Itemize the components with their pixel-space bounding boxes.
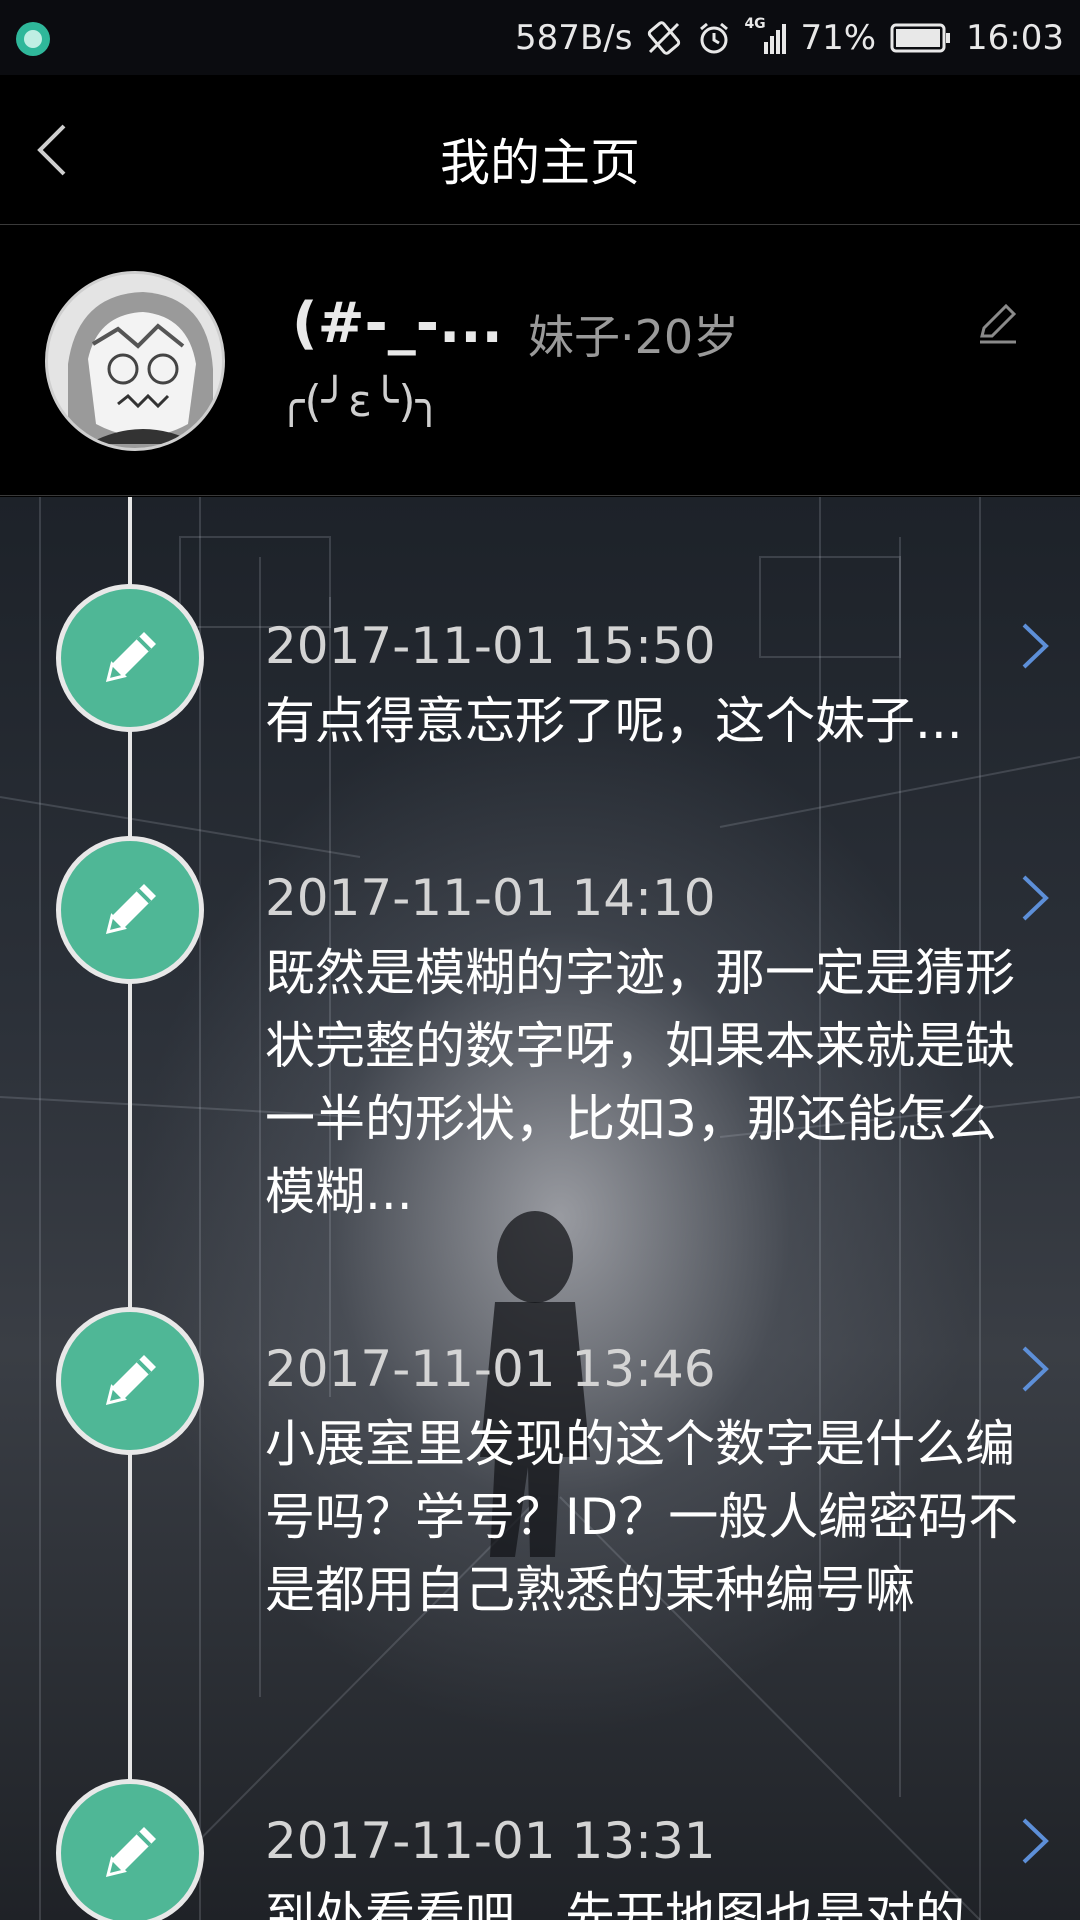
pencil-icon [105,884,156,935]
entry-node [56,836,204,984]
signal-icon: 4G [744,15,787,58]
entry-arrow[interactable] [1014,1816,1054,1866]
signature: ╭(╯ε╰)╮ [278,376,443,427]
edit-profile-button[interactable] [972,298,1022,348]
entry-time: 2017-11-01 14:10 [265,869,716,927]
entry-arrow[interactable] [1014,873,1054,923]
chevron-right-icon [1022,1818,1049,1864]
battery-percent: 71% [800,17,877,58]
rotate-icon [646,20,682,56]
entry-arrow[interactable] [1014,621,1054,671]
avatar-image [48,274,222,448]
chevron-right-icon [1022,623,1049,669]
entry-text: 到处看看吧，先开地图也是对的 [265,1887,965,1920]
gender-age: 妹子·20岁 [528,310,740,364]
chevron-right-icon [1022,1346,1049,1392]
app-notification-icon [16,22,50,56]
entry-time: 2017-11-01 15:50 [265,617,716,675]
battery-icon [890,22,952,54]
net-speed: 587B/s [515,17,633,58]
chevron-right-icon [1022,875,1049,921]
entry-node [56,1779,204,1920]
entry-text: 既然是模糊的字迹，那一定是猜形状完整的数字呀，如果本来就是缺一半的形状，比如3，… [265,944,1015,1221]
clock: 16:03 [966,17,1064,58]
pencil-icon [105,632,156,683]
pencil-icon [105,1827,156,1878]
timeline[interactable]: 2017-11-01 15:50 有点得意忘形了呢，这个妹子... 2017-1… [0,497,1080,1920]
pencil-icon [105,1355,156,1406]
screen: 587B/s 4G 71% 16:03 我的主页 (#-_-... 妹子·20岁… [0,0,1080,1920]
entry-text: 小展室里发现的这个数字是什么编号吗？学号？ID？一般人编密码不是都用自己熟悉的某… [265,1415,1019,1619]
header: 我的主页 [0,75,1080,225]
entry-node [56,1307,204,1455]
profile-card: (#-_-... 妹子·20岁 ╭(╯ε╰)╮ [0,226,1080,496]
page-title: 我的主页 [440,134,640,192]
alarm-icon [696,20,732,56]
avatar[interactable] [45,271,225,451]
nickname: (#-_-... [292,291,503,356]
entry-time: 2017-11-01 13:31 [265,1812,716,1870]
status-right: 587B/s 4G 71% 16:03 [515,0,1064,75]
status-bar: 587B/s 4G 71% 16:03 [0,0,1080,75]
entry-time: 2017-11-01 13:46 [265,1340,716,1398]
entry-arrow[interactable] [1014,1344,1054,1394]
entry-node [56,584,204,732]
pencil-icon [980,303,1017,344]
signal-type: 4G [744,15,766,32]
entry-text: 有点得意忘形了呢，这个妹子... [265,692,963,750]
